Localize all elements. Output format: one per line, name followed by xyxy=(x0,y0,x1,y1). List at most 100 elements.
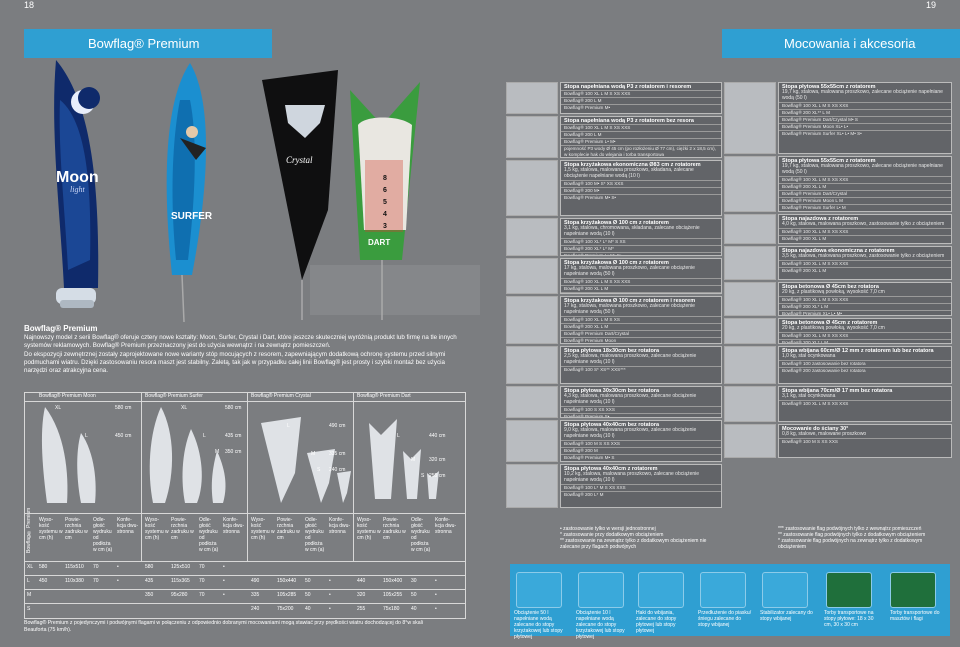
compatibility-row: Bowflag® 200 M xyxy=(561,447,721,454)
moon-logo-sub: light xyxy=(70,185,85,194)
flag-surfer: SURFER xyxy=(166,63,213,323)
table-cell: 50 xyxy=(305,578,311,584)
table-cell: 240 xyxy=(251,606,260,612)
table-cell: 320 xyxy=(357,592,366,598)
flags-illustration: Moon light SURFER Crystal 8 6 5 4 3 DART xyxy=(54,60,480,323)
table-rule xyxy=(25,575,465,576)
table-header-surfer: Bowflag® Premium Surfer xyxy=(145,393,203,399)
strip-caption: Przedłużenie do piasku/śniegu zalecane d… xyxy=(698,610,752,628)
table-cell: • xyxy=(435,592,437,598)
col-head: Wyso-kość systemu w cm (h) xyxy=(39,517,63,541)
col-head: Powie-rzchnia zadruku w cm xyxy=(171,517,194,541)
accessory-spec: Stopa krzyżakowa Ø 100 cm z rotatorem 3,1… xyxy=(560,218,722,256)
accessory-image xyxy=(724,346,776,384)
table-cell: 580 xyxy=(145,564,154,570)
col-head: Konfe-kcja dwu-stronna xyxy=(223,517,245,535)
dim-label: 350 cm xyxy=(225,449,242,455)
accessory-image xyxy=(724,318,776,344)
dim-label: L xyxy=(397,433,400,439)
compatibility-row: Bowflag® Premium Dart/Crystal xyxy=(561,330,721,337)
strip-caption: Obciążenie 50 l napełniane wodą zalecane… xyxy=(514,610,563,640)
table-cell: • xyxy=(117,564,119,570)
compatibility-row: Bowflag® 200 L M xyxy=(561,97,721,104)
legend-col2: *** zastosowanie flag podwójnych tylko z… xyxy=(778,526,948,550)
accessory-image xyxy=(724,214,776,244)
accessory-description: 19,7 kg, stalowa, malowana proszkowo, za… xyxy=(782,163,943,176)
accessory-spec: Stopa płytowa 40x40cm z rotatorem 10,2 kg… xyxy=(560,464,722,508)
table-cell: 335 xyxy=(251,592,260,598)
table-cell: 70 xyxy=(199,578,205,584)
col-head: Powie-rzchnia zadruku w cm xyxy=(65,517,88,541)
size-silhouettes xyxy=(41,407,439,503)
flag-moon: Moon light xyxy=(54,60,100,308)
compatibility-row: Bowflag® 100 M• S* XS XXS xyxy=(561,180,721,187)
compatibility-row: Bowflag® 100 XL L M S XS XXS xyxy=(779,102,951,109)
crystal-logo-text: Crystal xyxy=(286,155,313,165)
accessory-image xyxy=(506,420,558,462)
table-header-moon: Bowflag® Premium Moon xyxy=(39,393,96,399)
table-cell: • xyxy=(329,606,331,612)
table-cell: 50 xyxy=(411,592,417,598)
compatibility-row: Bowflag® Premium M• xyxy=(561,104,721,111)
accessory-image xyxy=(506,258,558,294)
accessory-image xyxy=(724,282,776,316)
compatibility-row: Bowflag® Premium Dart/Crystal xyxy=(779,190,951,197)
accessory-image xyxy=(724,386,776,422)
accessory-description: 10,2 kg, stalowa, malowana proszkowo, za… xyxy=(564,471,700,484)
accessory-description: 17 kg, stalowa, malowana proszkowo, zale… xyxy=(564,265,695,278)
dim-label: 580 cm xyxy=(225,405,242,411)
compatibility-row: Bowflag® 200 XL L M xyxy=(779,235,951,242)
table-cell: 105x255 xyxy=(383,592,403,598)
table-cell: 75x200 xyxy=(277,606,294,612)
dim-label: 240 cm xyxy=(329,467,346,473)
intro-paragraph-2: Do ekspozycji zewnętrznej zostały zaproj… xyxy=(24,350,446,375)
accessory-spec: Mocowanie do ściany 30° 0,8 kg, stalowe, … xyxy=(778,424,952,458)
table-cell: • xyxy=(329,578,331,584)
compatibility-row: Bowflag® 100 S* XS** XXS*** xyxy=(561,366,721,373)
table-cell: 70 xyxy=(93,564,99,570)
compatibility-row: Bowflag® 100 XL L M S XS XXS xyxy=(779,260,951,267)
col-head: Konfe-kcja dwu-stronna xyxy=(329,517,351,535)
compatibility-row: Bowflag® Premium XL• L• M• xyxy=(561,292,721,293)
compatibility-row: Bowflag® Premium L• M• xyxy=(561,138,721,145)
accessory-image xyxy=(506,116,558,158)
table-cell: 75x180 xyxy=(383,606,400,612)
accessory-description: 3,1 kg, stalowa, chromowana, składana, z… xyxy=(564,225,700,238)
table-cell: 350 xyxy=(145,592,154,598)
table-cell: • xyxy=(223,592,225,598)
left-title: Bowflag® Premium xyxy=(88,36,200,51)
table-cell: 115x510 xyxy=(65,564,84,570)
legend-line: ** zastosowanie na zewnątrz tylko z doda… xyxy=(560,538,707,550)
compatibility-row: Bowflag® Premium Surfer XL• L• M• S• xyxy=(779,130,951,137)
compatibility-row: Bowflag® 100 XL L M S XS XXS xyxy=(561,124,721,131)
compatibility-row: Bowflag® 100 M S XS XXS xyxy=(561,440,721,447)
table-cell: • xyxy=(223,578,225,584)
legend-line: * zastosowanie flag podwójnych na zewnąt… xyxy=(778,538,923,550)
accessory-image xyxy=(506,464,558,508)
table-header-dart: Bowflag® Premium Dart xyxy=(357,393,411,399)
dim-label: 320 cm xyxy=(429,457,446,463)
compatibility-row: Bowflag® 100 XL L M S XS XXS xyxy=(779,400,951,407)
compatibility-row: Bowflag® 100 M S XS XXS xyxy=(779,438,951,445)
compatibility-row: Bowflag® 100 XL L M S XS XXS xyxy=(561,278,721,285)
accessory-image xyxy=(506,386,558,418)
compatibility-row: Bowflag® 200 XL L M xyxy=(779,183,951,190)
accessory-image xyxy=(506,346,558,384)
accessory-image xyxy=(724,82,776,154)
accessory-image xyxy=(724,246,776,280)
dim-label: L xyxy=(85,433,88,439)
accessory-description: 4,0 kg, stalowa, malowana proszkowo, zas… xyxy=(782,221,945,228)
accessory-strip: Obciążenie 50 l napełniane wodą zalecane… xyxy=(510,564,950,640)
accessory-description: 9,0 kg, stalowa, malowana proszkowo, zal… xyxy=(564,427,697,440)
compatibility-row: Bowflag® Premium Moon xyxy=(561,337,721,343)
accessory-spec: Stopa płytowa 55x55cm z rotatorem 19,7 kg… xyxy=(778,156,952,212)
dim-label: 490 cm xyxy=(329,423,346,429)
col-head: Powie-rzchnia zadruku w cm xyxy=(383,517,406,541)
table-cell: 50 xyxy=(305,592,311,598)
compatibility-row: Bowflag® 200 zastosowanie bez rotatora xyxy=(779,367,951,374)
table-cell: • xyxy=(117,578,119,584)
dim-label: XL xyxy=(55,405,62,411)
row-size-label: S xyxy=(27,606,31,612)
dart-number: 3 xyxy=(383,223,387,230)
stabilizer-image xyxy=(762,572,808,608)
